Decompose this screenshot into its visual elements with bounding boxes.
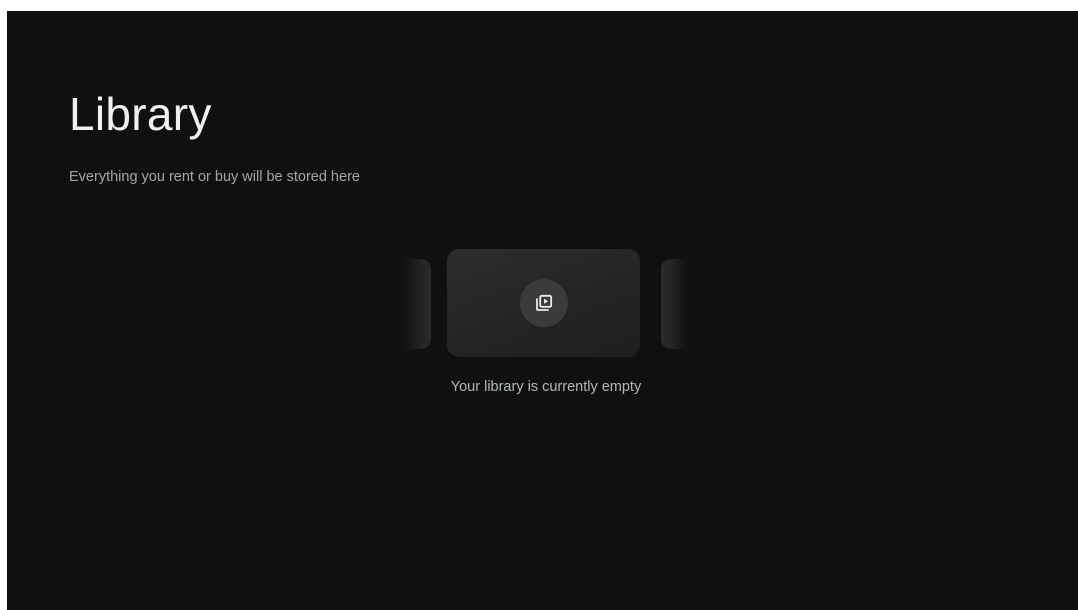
empty-library-state: Your library is currently empty [403, 247, 689, 407]
placeholder-card-left [403, 259, 431, 349]
page-title: Library [69, 88, 212, 140]
empty-state-message: Your library is currently empty [450, 379, 642, 395]
icon-circle [519, 279, 568, 327]
video-library-icon [535, 294, 552, 311]
library-screen: Library Everything you rent or buy will … [7, 11, 1078, 610]
placeholder-card-center [447, 249, 640, 357]
placeholder-card-right [661, 259, 689, 349]
page-subtitle: Everything you rent or buy will be store… [69, 169, 360, 185]
